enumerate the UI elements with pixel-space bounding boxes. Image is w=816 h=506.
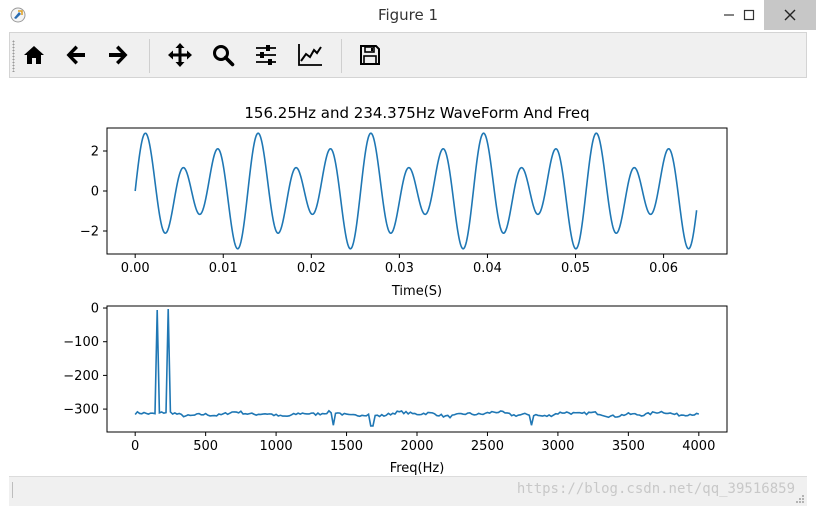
freq-axes: 0 500 1000 1500 2000 2500 3000 3500 4000 0 −100 −20…	[63, 302, 728, 476]
arrow-left-icon	[66, 45, 85, 65]
x-tick-label: 4000	[682, 439, 715, 454]
time-axes: 156.25Hz and 234.375Hz WaveForm And Freq…	[80, 104, 728, 299]
chart-title: 156.25Hz and 234.375Hz WaveForm And Freq	[244, 104, 589, 122]
x-tick-label: 2500	[471, 439, 504, 454]
figure-canvas[interactable]: 156.25Hz and 234.375Hz WaveForm And Freq…	[9, 80, 807, 476]
y-tick-label: −100	[63, 335, 99, 350]
y-tick-label: −200	[63, 369, 99, 384]
x-tick-label: 0.02	[297, 261, 326, 276]
x-tick-label: 1000	[260, 439, 293, 454]
magnifier-icon	[213, 45, 235, 67]
watermark-text: https://blog.csdn.net/qq_39516859	[516, 481, 795, 497]
y-tick-label: 0	[91, 302, 99, 317]
status-divider	[12, 482, 13, 498]
x-axis-label: Time(S)	[391, 284, 442, 299]
x-tick-label: 2000	[400, 439, 433, 454]
x-tick-label: 0	[131, 439, 139, 454]
x-tick-label: 1500	[330, 439, 363, 454]
spectrum-line	[134, 309, 700, 427]
line-chart-icon	[298, 44, 322, 66]
waveform-line	[134, 132, 698, 250]
home-icon	[24, 46, 44, 64]
x-tick-label: 0.00	[121, 261, 150, 276]
window-title: Figure 1	[377, 6, 439, 24]
tick-group: 0 500 1000 1500 2000 2500 3000 3500 4000 0 −100 −20…	[63, 302, 715, 454]
pan-button[interactable]	[164, 39, 196, 71]
x-tick-label: 0.04	[473, 261, 502, 276]
close-button[interactable]	[764, 0, 816, 30]
x-tick-label: 0.03	[385, 261, 414, 276]
navigation-toolbar	[9, 32, 807, 78]
status-bar: https://blog.csdn.net/qq_39516859	[9, 476, 807, 506]
x-tick-label: 0.06	[649, 261, 678, 276]
maximize-icon	[743, 9, 755, 21]
x-tick-label: 500	[193, 439, 218, 454]
floppy-disk-icon	[360, 45, 380, 65]
sliders-icon	[256, 45, 276, 65]
close-icon	[784, 9, 796, 21]
x-tick-label: 3500	[612, 439, 645, 454]
move-icon	[168, 43, 192, 67]
y-tick-label: −2	[80, 225, 99, 240]
y-tick-label: 2	[91, 145, 99, 160]
save-button[interactable]	[354, 39, 386, 71]
configure-subplots-button[interactable]	[250, 39, 282, 71]
y-tick-label: −300	[63, 403, 99, 418]
back-button[interactable]	[60, 39, 92, 71]
figure-svg: 156.25Hz and 234.375Hz WaveForm And Freq…	[63, 104, 728, 476]
forward-button[interactable]	[102, 39, 134, 71]
toolbar-separator	[149, 39, 150, 73]
home-button[interactable]	[18, 39, 50, 71]
x-axis-label: Freq(Hz)	[390, 461, 445, 476]
arrow-right-icon	[109, 45, 128, 65]
x-tick-label: 3000	[541, 439, 574, 454]
x-tick-label: 0.01	[209, 261, 238, 276]
edit-axis-button[interactable]	[294, 39, 326, 71]
maximize-button[interactable]	[732, 0, 766, 30]
y-tick-label: 0	[91, 185, 99, 200]
toolbar-separator	[341, 39, 342, 73]
title-bar: Figure 1	[0, 0, 816, 30]
zoom-button[interactable]	[207, 39, 239, 71]
x-tick-label: 0.05	[561, 261, 590, 276]
toolbar-grip[interactable]	[12, 40, 15, 72]
resize-grip-icon[interactable]	[795, 494, 805, 504]
